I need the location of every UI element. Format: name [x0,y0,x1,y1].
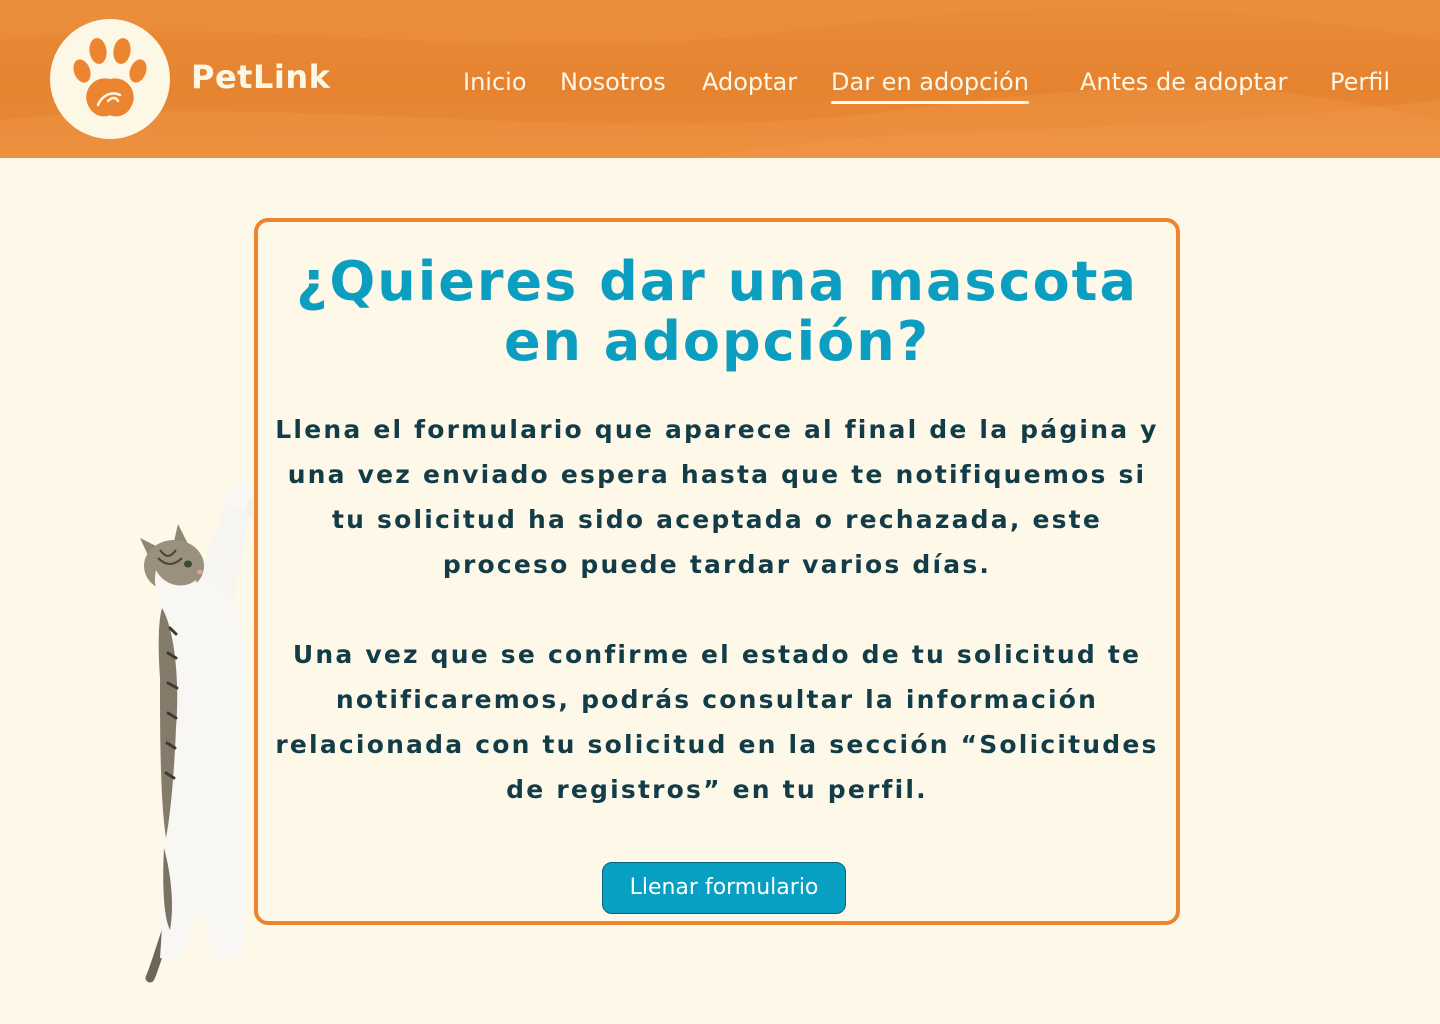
site-header: PetLink Inicio Nosotros Adoptar Dar en a… [0,0,1440,158]
paw-heart-icon [73,38,147,117]
nav-adoptar[interactable]: Adoptar [702,68,797,96]
nav-antes-de-adoptar[interactable]: Antes de adoptar [1080,68,1287,96]
nav-dar-en-adopcion[interactable]: Dar en adopción [831,68,1029,104]
instructions-paragraph: Llena el formulario que aparece al final… [275,415,1159,579]
logo[interactable] [50,19,170,139]
nav-perfil[interactable]: Perfil [1330,68,1390,96]
adoption-info-card: ¿Quieres dar una mascota en adopción? Ll… [254,218,1180,925]
fill-form-button[interactable]: Llenar formulario [602,862,846,914]
nav-inicio[interactable]: Inicio [463,68,527,96]
notification-paragraph: Una vez que se confirme el estado de tu … [275,640,1159,804]
nav-nosotros[interactable]: Nosotros [560,68,666,96]
brand-name[interactable]: PetLink [191,58,330,96]
page-title: ¿Quieres dar una mascota en adopción? [296,250,1138,373]
cat-illustration [140,484,262,983]
